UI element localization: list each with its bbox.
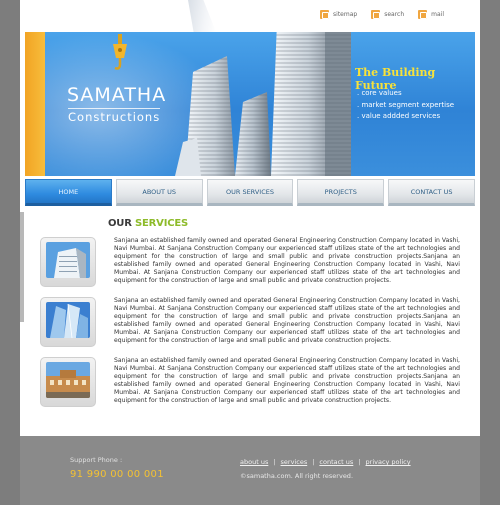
logo-subtitle: Constructions: [68, 108, 161, 124]
skyscrapers-image: [175, 32, 351, 176]
footer-link-services[interactable]: services: [281, 458, 308, 466]
copyright-text: ©samatha.com. All right reserved.: [240, 472, 354, 480]
service-description: Sanjana an established family owned and …: [114, 357, 460, 404]
crane-hook-icon: [113, 34, 127, 70]
link-separator: |: [312, 458, 315, 466]
brick-building-image: [46, 362, 90, 398]
logo-wordmark[interactable]: SAMATHA: [67, 84, 166, 106]
footer-link-contact-us[interactable]: contact us: [319, 458, 353, 466]
glass-towers-image: [46, 302, 90, 338]
tab-contact-us[interactable]: CONTACT US: [388, 179, 475, 206]
service-description: Sanjana an established family owned and …: [114, 297, 460, 344]
search-link[interactable]: search: [371, 10, 404, 19]
bullet-item: . value addded services: [357, 112, 441, 120]
sitemap-label: sitemap: [333, 11, 358, 18]
heading-part-our: OUR: [108, 218, 132, 229]
service-thumbnail: [40, 357, 96, 407]
tab-home[interactable]: HOME: [25, 179, 112, 206]
mail-icon: [418, 10, 428, 19]
support-phone-label: Support Phone :: [70, 456, 123, 464]
top-utility-bar: sitemap search mail: [20, 0, 480, 32]
heading-part-services: SERVICES: [135, 218, 188, 229]
tab-about-us[interactable]: ABOUT US: [115, 179, 203, 206]
hero-banner: SAMATHA Constructions The Building Futur…: [25, 32, 475, 176]
decorative-side-stripe: [20, 212, 24, 322]
office-building-image: [46, 242, 90, 278]
decorative-shine: [188, 0, 216, 32]
main-nav: HOME ABOUT US OUR SERVICES PROJECTS CONT…: [25, 179, 475, 207]
bullet-item: . core values: [357, 89, 402, 97]
bullet-item: . market segment expertise: [357, 100, 455, 109]
banner-orange-strip: [25, 32, 45, 176]
service-thumbnail: [40, 237, 96, 287]
footer-links: about us | services | contact us | priva…: [240, 458, 411, 466]
search-label: search: [384, 11, 405, 18]
link-separator: |: [358, 458, 361, 466]
tab-our-services[interactable]: OUR SERVICES: [206, 179, 294, 206]
mail-label: mail: [431, 11, 444, 18]
footer-link-about-us[interactable]: about us: [240, 458, 268, 466]
support-phone-number: 91 990 00 00 001: [70, 469, 164, 480]
search-icon: [371, 10, 381, 19]
footer-link-privacy-policy[interactable]: privacy policy: [366, 458, 411, 466]
service-thumbnail: [40, 297, 96, 347]
mail-link[interactable]: mail: [418, 10, 444, 19]
page: sitemap search mail SAMATHA Construction…: [20, 0, 480, 505]
utility-links: sitemap search mail: [320, 10, 444, 19]
sitemap-link[interactable]: sitemap: [320, 10, 357, 19]
sitemap-icon: [320, 10, 330, 19]
tab-projects[interactable]: PROJECTS: [297, 179, 385, 206]
footer: Support Phone : 91 990 00 00 001 about u…: [20, 436, 480, 505]
link-separator: |: [273, 458, 276, 466]
banner-bullets: . core values . market segment expertise…: [357, 88, 454, 123]
section-heading: OUR SERVICES: [108, 218, 188, 229]
service-description: Sanjana an established family owned and …: [114, 237, 460, 284]
